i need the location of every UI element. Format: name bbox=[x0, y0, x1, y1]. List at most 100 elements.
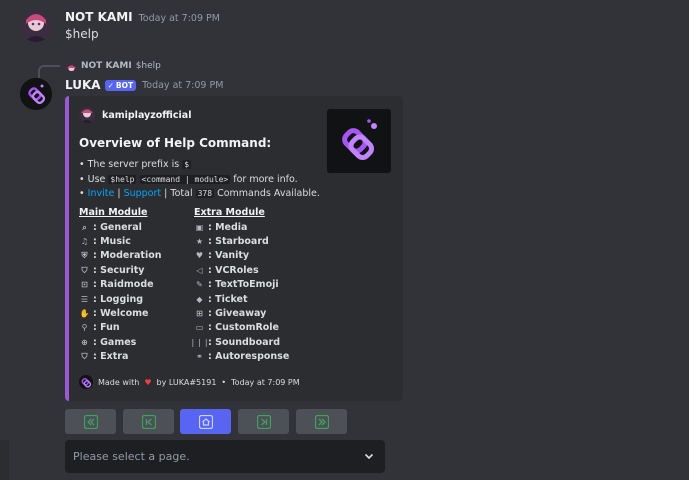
log-icon: ☰ bbox=[80, 294, 89, 304]
music-icon: ♫ bbox=[80, 237, 89, 247]
module-item-label: : Fun bbox=[93, 322, 120, 334]
customrole-icon: ▭ bbox=[195, 323, 204, 333]
module-item: ⛉ : Security bbox=[79, 263, 162, 277]
welcome-icon: ✋ bbox=[79, 309, 90, 319]
reply-connector bbox=[38, 65, 60, 78]
extra-module-list: ▣: Media ★: Starboard ♥: Vanity ◁: VCRoles ✎… bbox=[189, 220, 289, 364]
module-item-label: : Games bbox=[93, 336, 137, 348]
total-suffix: Commands Available. bbox=[217, 188, 320, 199]
bullet: • bbox=[79, 188, 85, 199]
usage-code-args: <command | module> bbox=[139, 174, 231, 184]
module-item-label: : Vanity bbox=[208, 250, 250, 262]
page-select-placeholder: Please select a page. bbox=[73, 450, 190, 463]
reply-avatar bbox=[66, 60, 77, 71]
bot-tag-label: BOT bbox=[115, 80, 134, 90]
module-item: ▣ : Media bbox=[194, 220, 289, 234]
bot-username[interactable]: LUKA bbox=[65, 78, 101, 92]
module-item: ⌕: General bbox=[79, 220, 162, 234]
support-link[interactable]: Support bbox=[124, 188, 162, 199]
main-module-field: Main Module ⌕: General ♫ : Music ⛨: Moderat… bbox=[79, 207, 162, 364]
username[interactable]: NOT KAMI bbox=[65, 10, 133, 24]
module-item-label: : Media bbox=[208, 221, 248, 233]
module-item-label: : Raidmode bbox=[93, 279, 154, 291]
verified-check-icon: ✓ bbox=[107, 80, 114, 90]
module-item: ⚭: Autoresponse bbox=[194, 350, 289, 364]
module-item-label: : Logging bbox=[93, 293, 144, 305]
footer-by: by LUKA#5191 bbox=[156, 377, 217, 387]
invite-link[interactable]: Invite bbox=[88, 188, 115, 199]
footer-dot: • bbox=[221, 377, 227, 387]
heart-icon: ♥ bbox=[195, 251, 204, 261]
ticket-icon: ◆ bbox=[196, 294, 203, 304]
embed-author-avatar bbox=[79, 107, 95, 123]
prefix-line: • The server prefix is $ bbox=[79, 158, 320, 173]
module-item: ✎: TextToEmoji bbox=[194, 278, 289, 292]
embed-thumbnail[interactable] bbox=[327, 109, 391, 173]
skip-forward-icon bbox=[256, 414, 271, 429]
module-item-label: : Moderation bbox=[93, 250, 162, 262]
module-item: ⛨: Moderation bbox=[79, 249, 162, 263]
home-button[interactable] bbox=[180, 409, 231, 434]
embed-footer: Made with ♥ by LUKA#5191 • Today at 7:09… bbox=[79, 375, 300, 389]
total-label: Total bbox=[170, 188, 193, 199]
previous-page-button[interactable] bbox=[123, 409, 174, 434]
embed-description: • The server prefix is $ • Use $help <co… bbox=[79, 158, 320, 202]
skip-back-icon bbox=[141, 414, 156, 429]
roles-icon: ◁ bbox=[196, 265, 203, 275]
search-icon: ⌕ bbox=[82, 222, 87, 232]
usage-code-help: $help bbox=[108, 174, 137, 184]
module-item-label: : Welcome bbox=[93, 308, 149, 320]
gamepad-icon: ⊕ bbox=[81, 337, 88, 347]
module-item-label: : Music bbox=[93, 236, 131, 248]
prefix-text: • The server prefix is bbox=[79, 159, 183, 170]
reply-content: $help bbox=[135, 60, 161, 71]
bot-avatar[interactable] bbox=[20, 78, 52, 110]
module-item-label: : Security bbox=[93, 264, 145, 276]
user-avatar[interactable] bbox=[20, 10, 52, 42]
home-icon bbox=[198, 414, 213, 429]
module-item: ❘❘❘: Soundboard bbox=[189, 335, 289, 349]
module-item: ⚲: Fun bbox=[79, 321, 162, 335]
module-item-label: : Soundboard bbox=[208, 336, 281, 348]
heart-icon: ♥ bbox=[144, 377, 152, 387]
double-arrow-left-icon bbox=[83, 414, 98, 429]
reply-reference[interactable]: NOT KAMI $help bbox=[66, 60, 161, 71]
help-embed: kamiplayzofficial Overview of Help Comma… bbox=[65, 96, 403, 401]
main-module-title: Main Module bbox=[79, 207, 148, 218]
page-select[interactable]: Please select a page. bbox=[65, 440, 385, 473]
module-item: ☰ : Logging bbox=[79, 292, 162, 306]
module-item: ◆: Ticket bbox=[194, 292, 289, 306]
module-item-label: : Starboard bbox=[208, 236, 269, 248]
module-item-label: : Giveaway bbox=[208, 308, 267, 320]
module-item: ▭: CustomRole bbox=[194, 321, 289, 335]
main-module-list: ⌕: General ♫ : Music ⛨: Moderation ⛉ : Securi… bbox=[79, 220, 162, 364]
module-item: ⛉: Extra bbox=[79, 350, 162, 364]
next-page-button[interactable] bbox=[238, 409, 289, 434]
bot-message-timestamp: Today at 7:09 PM bbox=[142, 79, 224, 91]
embed-author-name: kamiplayzofficial bbox=[102, 109, 192, 121]
extra-module-field: Extra Module ▣: Media ★: Starboard ♥: Vani… bbox=[189, 207, 289, 364]
usage-text: • Use bbox=[79, 173, 109, 185]
last-page-button[interactable] bbox=[296, 409, 347, 434]
total-count: 378 bbox=[195, 189, 215, 198]
separator: | bbox=[164, 188, 168, 199]
separator: | bbox=[117, 188, 121, 199]
footer-made-with: Made with bbox=[98, 377, 140, 387]
module-item: ♥ : Vanity bbox=[194, 249, 289, 263]
security-icon: ⛉ bbox=[81, 265, 88, 275]
links-line: • Invite | Support | Total 378 Commands … bbox=[79, 187, 320, 202]
first-page-button[interactable] bbox=[65, 409, 116, 434]
module-item: ⊕ : Games bbox=[79, 335, 162, 349]
image-icon: ▣ bbox=[195, 222, 204, 232]
gift-icon: ⊞ bbox=[196, 309, 203, 319]
reply-author: NOT KAMI bbox=[81, 60, 132, 71]
message-content: $help bbox=[65, 27, 99, 41]
embed-author[interactable]: kamiplayzofficial bbox=[79, 107, 191, 123]
link-icon: ⚭ bbox=[196, 352, 203, 362]
usage-suffix: for more info. bbox=[230, 173, 298, 185]
prefix-code: $ bbox=[182, 160, 192, 169]
lock-icon: ⊡ bbox=[81, 280, 88, 290]
module-item-label: : TextToEmoji bbox=[208, 279, 279, 291]
footer-timestamp: Today at 7:09 PM bbox=[231, 377, 300, 387]
footer-icon bbox=[79, 375, 93, 389]
